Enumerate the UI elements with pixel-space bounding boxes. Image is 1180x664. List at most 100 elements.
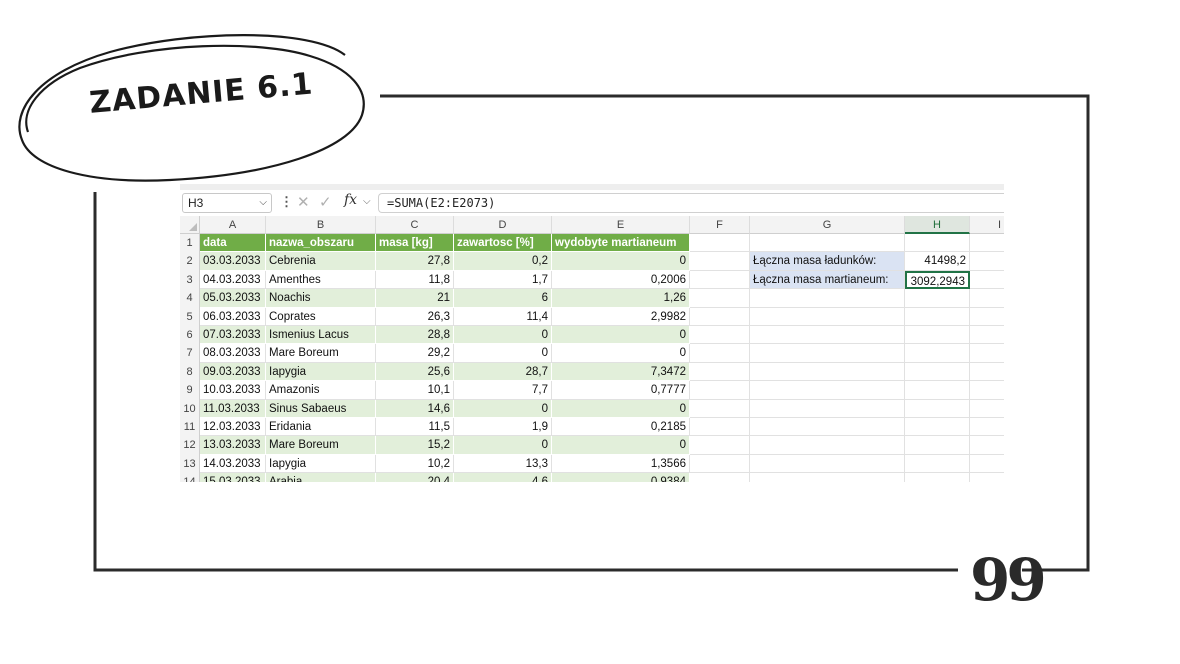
table-cell[interactable] [690,454,750,474]
table-cell[interactable] [970,473,1004,482]
table-cell[interactable] [750,326,905,345]
row-header-11[interactable]: 11 [180,418,200,437]
table-cell[interactable] [905,399,970,418]
table-cell[interactable] [690,270,750,290]
table-cell[interactable] [970,326,1004,345]
row-header-14[interactable]: 14 [180,473,200,482]
content-cell[interactable]: 0 [454,326,552,345]
column-header-g[interactable]: G [750,216,905,234]
name-box[interactable]: H3 ⌵ [182,193,272,213]
mass-cell[interactable]: 15,2 [376,436,454,455]
date-cell[interactable]: 13.03.2033 [200,436,266,455]
area-name-cell[interactable]: Iapygia [266,362,376,382]
formula-input[interactable]: =SUMA(E2:E2073) [378,193,1004,213]
content-cell[interactable]: 7,7 [454,381,552,400]
summary-label[interactable]: Łączna masa ładunków: [750,252,905,271]
area-name-cell[interactable]: Coprates [266,307,376,326]
table-cell[interactable] [690,252,750,271]
area-name-cell[interactable]: Mare Boreum [266,436,376,455]
column-header-c[interactable]: C [376,216,454,234]
mass-cell[interactable]: 11,5 [376,418,454,437]
table-cell[interactable] [750,362,905,382]
table-cell[interactable] [690,344,750,363]
summary-value[interactable]: 3092,2943 [905,270,970,290]
area-name-cell[interactable]: Amazonis [266,381,376,400]
table-header-cell[interactable]: masa [kg] [376,234,454,253]
row-header-4[interactable]: 4 [180,289,200,308]
content-cell[interactable]: 6 [454,289,552,308]
extracted-cell[interactable]: 0,2185 [552,418,690,437]
table-cell[interactable] [905,307,970,326]
extracted-cell[interactable]: 0 [552,399,690,418]
cancel-icon[interactable]: ✕ [297,193,310,211]
table-cell[interactable] [690,399,750,418]
table-header-cell[interactable]: zawartosc [%] [454,234,552,253]
mass-cell[interactable]: 21 [376,289,454,308]
table-cell[interactable] [690,436,750,455]
table-cell[interactable] [970,418,1004,437]
column-header-e[interactable]: E [552,216,690,234]
table-cell[interactable] [905,473,970,482]
table-cell[interactable] [690,234,750,253]
table-cell[interactable] [970,399,1004,418]
table-cell[interactable] [690,473,750,482]
table-cell[interactable] [690,362,750,382]
row-header-9[interactable]: 9 [180,381,200,400]
table-cell[interactable] [750,307,905,326]
chevron-down-icon[interactable]: ⌵ [259,194,267,212]
table-cell[interactable] [905,418,970,437]
area-name-cell[interactable]: Arabia [266,473,376,482]
date-cell[interactable]: 14.03.2033 [200,454,266,474]
extracted-cell[interactable]: 0,9384 [552,473,690,482]
row-header-7[interactable]: 7 [180,344,200,363]
extracted-cell[interactable]: 1,3566 [552,454,690,474]
table-cell[interactable] [750,418,905,437]
extracted-cell[interactable]: 2,9982 [552,307,690,326]
more-options-icon[interactable]: ⋮ [280,194,293,210]
extracted-cell[interactable]: 0 [552,252,690,271]
chevron-down-icon[interactable]: ⌵ [363,196,371,207]
column-header-d[interactable]: D [454,216,552,234]
area-name-cell[interactable]: Eridania [266,418,376,437]
date-cell[interactable]: 15.03.2033 [200,473,266,482]
table-cell[interactable] [905,381,970,400]
column-header-h[interactable]: H [905,216,970,234]
table-cell[interactable] [690,418,750,437]
enter-icon[interactable]: ✓ [319,193,332,211]
area-name-cell[interactable]: Mare Boreum [266,344,376,363]
table-cell[interactable] [970,270,1004,290]
area-name-cell[interactable]: Sinus Sabaeus [266,399,376,418]
column-header-i[interactable]: I [970,216,1004,234]
mass-cell[interactable]: 26,3 [376,307,454,326]
extracted-cell[interactable]: 0,7777 [552,381,690,400]
row-header-5[interactable]: 5 [180,307,200,326]
table-cell[interactable] [750,454,905,474]
date-cell[interactable]: 12.03.2033 [200,418,266,437]
table-cell[interactable] [750,381,905,400]
table-cell[interactable] [750,473,905,482]
content-cell[interactable]: 0 [454,344,552,363]
table-header-cell[interactable]: wydobyte martianeum [552,234,690,253]
summary-value[interactable]: 41498,2 [905,252,970,271]
table-cell[interactable] [970,362,1004,382]
date-cell[interactable]: 09.03.2033 [200,362,266,382]
table-cell[interactable] [970,252,1004,271]
table-cell[interactable] [750,289,905,308]
row-header-2[interactable]: 2 [180,252,200,271]
table-header-cell[interactable]: data [200,234,266,253]
table-cell[interactable] [690,307,750,326]
row-header-3[interactable]: 3 [180,270,200,290]
mass-cell[interactable]: 28,8 [376,326,454,345]
extracted-cell[interactable]: 1,26 [552,289,690,308]
content-cell[interactable]: 4,6 [454,473,552,482]
date-cell[interactable]: 07.03.2033 [200,326,266,345]
content-cell[interactable]: 0 [454,399,552,418]
mass-cell[interactable]: 25,6 [376,362,454,382]
area-name-cell[interactable]: Cebrenia [266,252,376,271]
table-cell[interactable] [970,454,1004,474]
table-header-cell[interactable]: nazwa_obszaru [266,234,376,253]
table-cell[interactable] [750,234,905,253]
table-cell[interactable] [905,436,970,455]
content-cell[interactable]: 1,7 [454,270,552,290]
table-cell[interactable] [970,344,1004,363]
